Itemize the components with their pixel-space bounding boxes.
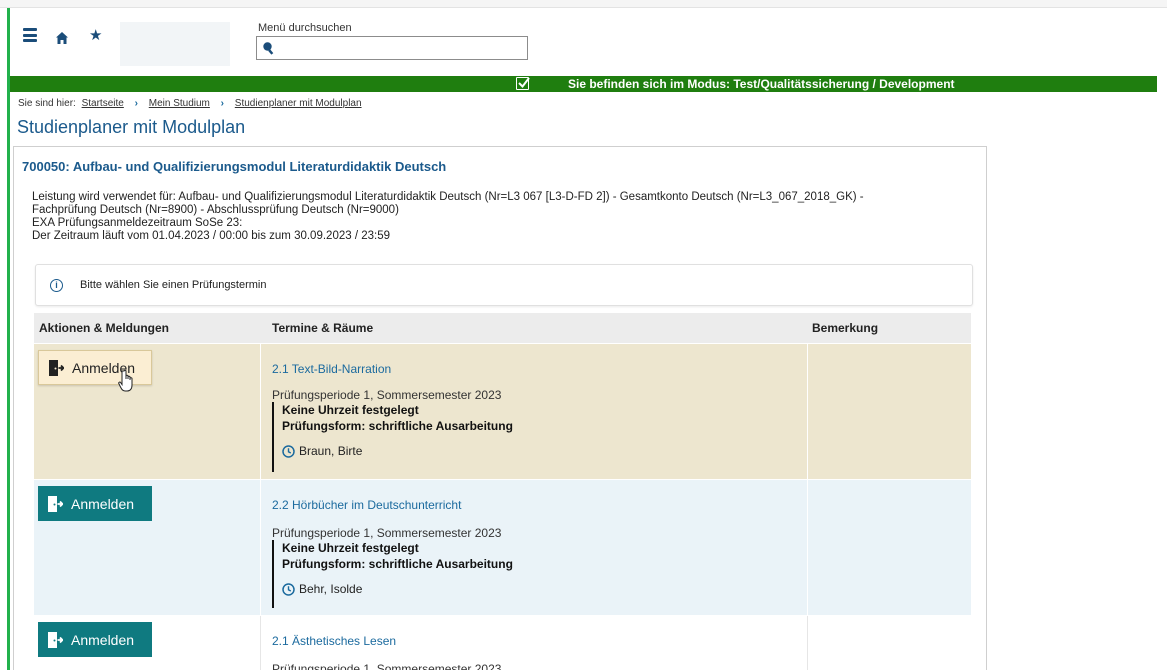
- column-divider: [260, 480, 261, 615]
- door-exit-icon: [48, 495, 63, 512]
- menu-icon[interactable]: [23, 28, 37, 42]
- search-input[interactable]: [256, 36, 528, 60]
- window-left-border: [7, 8, 10, 670]
- search-icon: [263, 42, 274, 55]
- header: ★ Menü durchsuchen: [10, 8, 1167, 75]
- column-header-actions: Aktionen & Meldungen: [39, 321, 169, 335]
- course-link[interactable]: 2.2 Hörbücher im Deutschunterricht: [272, 498, 461, 512]
- mode-banner-text: Sie befinden sich im Modus: Test/Qualitä…: [568, 77, 955, 91]
- info-icon: i: [50, 279, 63, 292]
- examiner-name: Behr, Isolde: [299, 582, 363, 596]
- exam-details: Keine Uhrzeit festgelegt Prüfungsform: s…: [272, 402, 513, 472]
- exam-details: Keine Uhrzeit festgelegt Prüfungsform: s…: [272, 540, 513, 608]
- column-divider: [807, 616, 808, 670]
- exam-time: Keine Uhrzeit festgelegt: [282, 541, 419, 555]
- mode-banner: Sie befinden sich im Modus: Test/Qualitä…: [10, 76, 1157, 92]
- column-header-dates: Termine & Räume: [272, 321, 374, 335]
- module-info-line: Leistung wird verwendet für: Aufbau- und…: [32, 191, 864, 203]
- clock-icon: [282, 444, 295, 458]
- exam-period: Prüfungsperiode 1, Sommersemester 2023: [272, 388, 502, 402]
- clock-icon: [282, 582, 295, 596]
- table-row: Anmelden 2.1 Text-Bild-Narration Prüfung…: [34, 343, 971, 479]
- module-info: Leistung wird verwendet für: Aufbau- und…: [32, 191, 972, 243]
- breadcrumb-studienplaner[interactable]: Studienplaner mit Modulplan: [235, 98, 362, 109]
- notice-box: i Bitte wählen Sie einen Prüfungstermin: [35, 264, 973, 306]
- breadcrumb-prefix: Sie sind hier:: [18, 98, 76, 109]
- module-info-line: Der Zeitraum läuft vom 01.04.2023 / 00:0…: [32, 230, 390, 242]
- register-button[interactable]: Anmelden: [38, 622, 152, 657]
- table-row: Anmelden 2.1 Ästhetisches Lesen Prüfungs…: [34, 615, 971, 670]
- module-info-line: Fachprüfung Deutsch (Nr=8900) - Abschlus…: [32, 204, 399, 216]
- exam-form: Prüfungsform: schriftliche Ausarbeitung: [282, 419, 513, 433]
- chevron-right-icon: ›: [220, 98, 225, 109]
- chevron-right-icon: ›: [134, 98, 138, 109]
- exam-period: Prüfungsperiode 1, Sommersemester 2023: [272, 526, 502, 540]
- notice-text: Bitte wählen Sie einen Prüfungstermin: [80, 279, 267, 291]
- module-panel: 700050: Aufbau- und Qualifizierungsmodul…: [13, 146, 987, 670]
- breadcrumb-startseite[interactable]: Startseite: [82, 98, 124, 109]
- breadcrumb-mein-studium[interactable]: Mein Studium: [149, 98, 210, 109]
- logo: [120, 22, 230, 66]
- exam-time: Keine Uhrzeit festgelegt: [282, 403, 419, 417]
- door-exit-icon: [48, 631, 63, 648]
- breadcrumb: Sie sind hier: Startseite › Mein Studium…: [18, 98, 362, 109]
- door-exit-icon: [49, 359, 64, 376]
- column-divider: [260, 616, 261, 670]
- page-title: Studienplaner mit Modulplan: [17, 117, 246, 137]
- column-divider: [807, 344, 808, 479]
- examiner-name: Braun, Birte: [299, 444, 363, 458]
- table-row: Anmelden 2.2 Hörbücher im Deutschunterri…: [34, 479, 971, 615]
- table-header: Aktionen & Meldungen Termine & Räume Bem…: [34, 313, 971, 343]
- column-divider: [807, 480, 808, 615]
- register-button[interactable]: Anmelden: [38, 486, 152, 521]
- course-link[interactable]: 2.1 Ästhetisches Lesen: [272, 634, 396, 648]
- column-header-remark: Bemerkung: [812, 321, 879, 335]
- examiner: Behr, Isolde: [282, 581, 513, 597]
- star-icon[interactable]: ★: [89, 28, 102, 43]
- register-button-label: Anmelden: [71, 495, 135, 512]
- column-divider: [260, 344, 261, 479]
- course-link[interactable]: 2.1 Text-Bild-Narration: [272, 362, 391, 376]
- exam-form: Prüfungsform: schriftliche Ausarbeitung: [282, 557, 513, 571]
- search-label: Menü durchsuchen: [258, 22, 352, 34]
- hand-cursor-icon: [118, 369, 133, 392]
- home-icon[interactable]: [55, 31, 69, 45]
- checkbox-icon: [516, 77, 530, 90]
- window-top-strip: [0, 0, 1167, 8]
- exam-table: Aktionen & Meldungen Termine & Räume Bem…: [34, 313, 971, 670]
- module-info-line: EXA Prüfungsanmeldezeitraum SoSe 23:: [32, 217, 243, 229]
- examiner: Braun, Birte: [282, 443, 513, 459]
- exam-period: Prüfungsperiode 1, Sommersemester 2023: [272, 662, 502, 670]
- register-button-label: Anmelden: [71, 631, 135, 648]
- module-title: 700050: Aufbau- und Qualifizierungsmodul…: [22, 159, 447, 174]
